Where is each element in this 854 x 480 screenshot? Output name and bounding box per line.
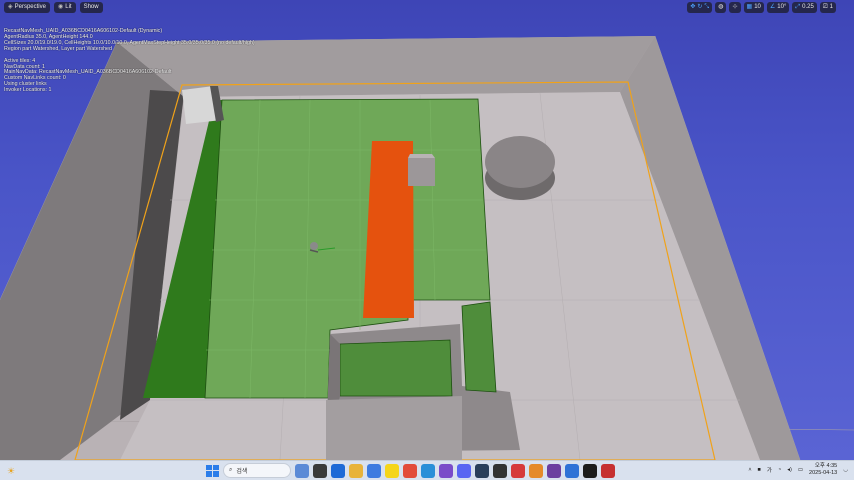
terminal-icon[interactable] [493, 463, 507, 478]
visual-studio-icon[interactable] [439, 463, 453, 478]
viewport-toolbar-right: ✥ ↻ ⤡ ◍ ⊹ ▦ 10 ∠ 10° ⤢ 0.25 ⎚ 1 [687, 2, 836, 13]
level-viewport[interactable]: ◈ Perspective ◉ Lit Show ✥ ↻ ⤡ ◍ ⊹ ▦ 10 … [0, 0, 854, 460]
show-button[interactable]: Show [79, 2, 103, 13]
stat-line: Invoker Locations: 1 [4, 87, 52, 94]
network-icon[interactable]: ◔ [778, 467, 781, 473]
clock[interactable]: 오후 4:35 2025-04-13 [809, 463, 837, 477]
surface-snap-icon: ⊹ [732, 4, 738, 10]
mail-icon[interactable] [331, 463, 345, 478]
rotation-snap-value: 10° [777, 4, 787, 10]
clock-date: 2025-04-13 [809, 470, 838, 476]
app-red2-icon[interactable] [601, 463, 615, 478]
camera-speed-icon: ⎚ [822, 4, 828, 10]
unreal-engine-icon[interactable] [583, 463, 597, 478]
cylinder-top [485, 136, 555, 188]
u-structure-right-green [461, 301, 497, 393]
app-blue-icon[interactable] [565, 463, 579, 478]
navmesh-stats-overlay: RecastNavMesh_UAID_A036BCD0416A606102-De… [4, 28, 255, 94]
lit-button[interactable]: ◉ Lit [53, 2, 76, 13]
show-label: Show [83, 4, 99, 10]
scale-snap-button[interactable]: ⤢ 0.25 [792, 2, 817, 13]
system-tray: ˄ ■ 가 ◔ ◂) ▭ 오후 4:35 2025-04-13 ◡ [748, 463, 848, 477]
steam-icon[interactable] [475, 463, 489, 478]
taskbar-apps [295, 463, 615, 478]
store-icon[interactable] [367, 463, 381, 478]
perspective-button[interactable]: ◈ Perspective [4, 2, 50, 13]
app-red-icon[interactable] [511, 463, 525, 478]
volume-icon[interactable]: ◂) [787, 467, 792, 473]
chevron-up-icon[interactable]: ˄ [748, 467, 751, 473]
task-view-icon[interactable] [313, 463, 327, 478]
camera-speed-value: 1 [829, 4, 833, 10]
scale-icon: ⤡ [704, 4, 710, 10]
grid-snap-button[interactable]: ▦ 10 [743, 2, 764, 13]
transform-button[interactable]: ✥ ↻ ⤡ [687, 2, 713, 13]
move-icon: ↻ [697, 4, 703, 10]
world-local-button[interactable]: ◍ [715, 2, 727, 13]
discord-icon[interactable] [457, 463, 471, 478]
app-orange-icon[interactable] [529, 463, 543, 478]
small-box [408, 158, 435, 186]
scale-snap-icon: ⤢ [795, 4, 801, 10]
clock-time: 오후 4:35 [814, 463, 838, 469]
windows-taskbar: ☀ ⌕ 검색 ˄ ■ 가 ◔ ◂) ▭ 오후 4:35 2025-04-13 ◡ [0, 460, 854, 480]
scale-snap-value: 0.25 [802, 4, 814, 10]
app-purple-icon[interactable] [547, 463, 561, 478]
perspective-label: Perspective [14, 4, 46, 10]
search-placeholder: 검색 [236, 469, 248, 475]
notification-icon[interactable]: ◡ [843, 467, 848, 473]
surface-snap-button[interactable]: ⊹ [729, 2, 741, 13]
lit-icon: ◉ [57, 4, 64, 10]
grid-snap-icon: ▦ [746, 4, 753, 10]
viewport-toolbar-left: ◈ Perspective ◉ Lit Show [4, 2, 103, 13]
kakaotalk-icon[interactable] [385, 463, 399, 478]
camera-speed-button[interactable]: ⎚ 1 [819, 2, 836, 13]
rotation-snap-icon: ∠ [769, 4, 776, 10]
weather-widget[interactable]: ☀ [4, 464, 18, 478]
battery-icon[interactable]: ▭ [798, 467, 803, 473]
world-icon: ◍ [718, 4, 724, 10]
vscode-icon[interactable] [421, 463, 435, 478]
taskbar-search[interactable]: ⌕ 검색 [223, 463, 291, 478]
app-tray-icon[interactable]: ■ [758, 467, 761, 473]
search-icon: ⌕ [229, 467, 233, 473]
widgets-icon[interactable] [295, 463, 309, 478]
transform-icon: ✥ [690, 4, 696, 10]
taskbar-center: ⌕ 검색 [205, 463, 615, 478]
u-structure-front [326, 396, 462, 460]
lit-label: Lit [65, 4, 72, 10]
weather-icon: ☀ [6, 465, 16, 476]
small-box-top [408, 154, 435, 158]
chrome-icon[interactable] [403, 463, 417, 478]
start-button[interactable] [205, 464, 219, 478]
u-structure-inner-green [339, 339, 453, 397]
file-explorer-icon[interactable] [349, 463, 363, 478]
rotation-snap-button[interactable]: ∠ 10° [766, 2, 790, 13]
ime-icon[interactable]: 가 [767, 466, 772, 474]
perspective-icon: ◈ [8, 4, 13, 10]
grid-snap-value: 10 [754, 4, 761, 10]
